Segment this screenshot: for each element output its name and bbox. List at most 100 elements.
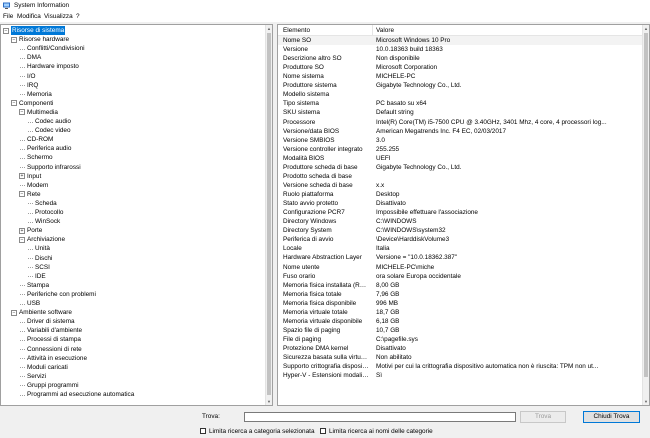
limit-to-names-label: Limita ricerca ai nomi delle categorie bbox=[329, 428, 433, 435]
tree-connector bbox=[20, 167, 25, 168]
scroll-down-arrow-icon[interactable]: ▼ bbox=[266, 398, 272, 405]
menu-modifica[interactable]: Modifica bbox=[17, 13, 41, 20]
table-row[interactable]: Spazio file di paging 10,7 GB bbox=[278, 326, 643, 335]
table-row[interactable]: Versione SMBIOS 3.0 bbox=[278, 136, 643, 145]
tree-connector bbox=[20, 367, 25, 369]
column-header-elemento[interactable]: Elemento bbox=[283, 27, 310, 34]
scroll-thumb[interactable] bbox=[267, 33, 271, 395]
table-row[interactable]: SKU sistema Default string bbox=[278, 108, 643, 117]
tree-connector bbox=[20, 94, 25, 96]
scroll-up-arrow-icon[interactable]: ▲ bbox=[266, 25, 272, 32]
find-button[interactable]: Trova bbox=[520, 411, 566, 423]
tree-connector bbox=[20, 385, 25, 387]
collapse-icon[interactable]: − bbox=[11, 100, 17, 107]
table-row[interactable]: Hyper-V - Estensioni modalità ... Sì bbox=[278, 371, 643, 380]
tree-item-label: Periferiche con problemi bbox=[27, 290, 96, 298]
collapse-icon[interactable]: − bbox=[3, 27, 9, 34]
item-value: American Megatrends Inc. F4 EC, 02/03/20… bbox=[376, 127, 507, 135]
table-row[interactable]: Ruolo piattaforma Desktop bbox=[278, 190, 643, 199]
scroll-up-arrow-icon[interactable]: ▲ bbox=[643, 25, 649, 32]
close-find-button[interactable]: Chiudi Trova bbox=[583, 411, 640, 423]
menu-help[interactable]: ? bbox=[76, 13, 80, 20]
category-tree[interactable]: − Risorse di sistema − Risorse hardware Conf… bbox=[0, 24, 273, 406]
collapse-icon[interactable]: − bbox=[19, 236, 25, 243]
collapse-icon[interactable]: − bbox=[19, 191, 25, 198]
item-value: Versione = "10.0.18362.387" bbox=[376, 254, 458, 262]
item-name: Prodotto scheda di base bbox=[283, 172, 352, 180]
tree-scrollbar[interactable]: ▲ ▼ bbox=[265, 25, 272, 405]
collapse-icon[interactable]: − bbox=[11, 36, 17, 43]
table-row[interactable]: Memoria virtuale disponibile 6,18 GB bbox=[278, 317, 643, 326]
tree-connector bbox=[28, 221, 33, 223]
column-separator[interactable] bbox=[372, 25, 373, 35]
scroll-thumb[interactable] bbox=[644, 33, 648, 377]
menu-file[interactable]: File bbox=[3, 13, 13, 20]
expand-icon[interactable]: + bbox=[19, 173, 25, 180]
scroll-down-arrow-icon[interactable]: ▼ bbox=[643, 398, 649, 405]
table-row[interactable]: Memoria virtuale totale 18,7 GB bbox=[278, 308, 643, 317]
table-row[interactable]: Produttore SO Microsoft Corporation bbox=[278, 63, 643, 72]
table-row[interactable]: Fuso orario ora solare Europa occidentale bbox=[278, 272, 643, 281]
item-value: 996 MB bbox=[376, 299, 399, 307]
table-row[interactable]: Directory Windows C:\WINDOWS bbox=[278, 217, 643, 226]
item-value: 3.0 bbox=[376, 136, 385, 144]
tree-item-label: Modem bbox=[27, 181, 49, 189]
table-row[interactable]: Produttore scheda di base Gigabyte Techno… bbox=[278, 163, 643, 172]
menu-visualizza[interactable]: Visualizza bbox=[44, 13, 73, 20]
tree-connector bbox=[20, 303, 25, 305]
collapse-icon[interactable]: − bbox=[11, 309, 17, 316]
tree-connector bbox=[28, 258, 33, 259]
tree-item-label: SCSI bbox=[35, 263, 50, 271]
item-value: UEFI bbox=[376, 154, 391, 162]
table-row[interactable]: Memoria fisica disponibile 996 MB bbox=[278, 299, 643, 308]
table-row[interactable]: Stato avvio protetto Disattivato bbox=[278, 199, 643, 208]
table-row[interactable]: Prodotto scheda di base bbox=[278, 172, 643, 181]
item-name: Configurazione PCR7 bbox=[283, 209, 345, 217]
table-row[interactable]: Locale Italia bbox=[278, 244, 643, 253]
table-row[interactable]: Protezione DMA kernel Disattivato bbox=[278, 344, 643, 353]
list-header: Elemento Valore bbox=[278, 25, 643, 36]
table-row[interactable]: Memoria fisica totale 7,96 GB bbox=[278, 290, 643, 299]
table-row[interactable]: Versione 10.0.18363 build 18363 bbox=[278, 45, 643, 54]
limit-to-category-checkbox[interactable]: Limita ricerca a categoria selezionata bbox=[200, 428, 315, 435]
column-header-valore[interactable]: Valore bbox=[376, 27, 394, 34]
table-row[interactable]: Memoria fisica installata (RAM) 8,00 GB bbox=[278, 281, 643, 290]
item-name: SKU sistema bbox=[283, 109, 320, 117]
table-row[interactable]: Periferica di avvio \Device\HarddiskVolum… bbox=[278, 235, 643, 244]
table-row[interactable]: Processore Intel(R) Core(TM) i5-7500 CPU … bbox=[278, 118, 643, 127]
item-value: Desktop bbox=[376, 191, 400, 199]
table-row[interactable]: Modalità BIOS UEFI bbox=[278, 154, 643, 163]
item-name: Memoria virtuale disponibile bbox=[283, 317, 363, 325]
tree-item-label: Multimedia bbox=[27, 108, 58, 116]
table-row[interactable]: Versione/data BIOS American Megatrends In… bbox=[278, 127, 643, 136]
table-row[interactable]: File di paging C:\pagefile.sys bbox=[278, 335, 643, 344]
table-row[interactable]: Versione controller integrato 255.255 bbox=[278, 145, 643, 154]
item-name: Hardware Abstraction Layer bbox=[283, 254, 362, 262]
tree-item-label: Schermo bbox=[27, 154, 53, 162]
tree-item-label: Dischi bbox=[35, 254, 53, 262]
tree-connector bbox=[20, 321, 25, 323]
table-row[interactable]: Sicurezza basata sulla virtualizz... Non … bbox=[278, 353, 643, 362]
limit-to-names-checkbox[interactable]: Limita ricerca ai nomi delle categorie bbox=[320, 428, 433, 435]
table-row[interactable]: Hardware Abstraction Layer Versione = "10… bbox=[278, 253, 643, 262]
find-input[interactable] bbox=[244, 412, 516, 422]
table-row[interactable]: Produttore sistema Gigabyte Technology Co… bbox=[278, 81, 643, 90]
item-value: Motivi per cui la crittografia dispositi… bbox=[376, 363, 599, 371]
expand-icon[interactable]: + bbox=[19, 227, 25, 234]
tree-item-label: Risorse di sistema bbox=[11, 26, 66, 36]
table-row[interactable]: Nome utente MICHELE-PC\miche bbox=[278, 263, 643, 272]
tree-item-label: WinSock bbox=[35, 218, 61, 226]
item-value: Italia bbox=[376, 245, 390, 253]
item-name: Versione bbox=[283, 46, 308, 54]
table-row[interactable]: Tipo sistema PC basato su x64 bbox=[278, 99, 643, 108]
table-row[interactable]: Modello sistema bbox=[278, 90, 643, 99]
table-row[interactable]: Directory System C:\WINDOWS\system32 bbox=[278, 226, 643, 235]
table-row[interactable]: Nome sistema MICHELE-PC bbox=[278, 72, 643, 81]
collapse-icon[interactable]: − bbox=[19, 109, 25, 116]
table-row[interactable]: Supporto crittografia dispositivo Motivi … bbox=[278, 362, 643, 371]
list-scrollbar[interactable]: ▲ ▼ bbox=[642, 25, 649, 405]
table-row[interactable]: Descrizione altro SO Non disponibile bbox=[278, 54, 643, 63]
table-row[interactable]: Configurazione PCR7 Impossibile effettuar… bbox=[278, 208, 643, 217]
table-row[interactable]: Versione scheda di base x.x bbox=[278, 181, 643, 190]
table-row[interactable]: Nome SO Microsoft Windows 10 Pro bbox=[278, 36, 643, 46]
